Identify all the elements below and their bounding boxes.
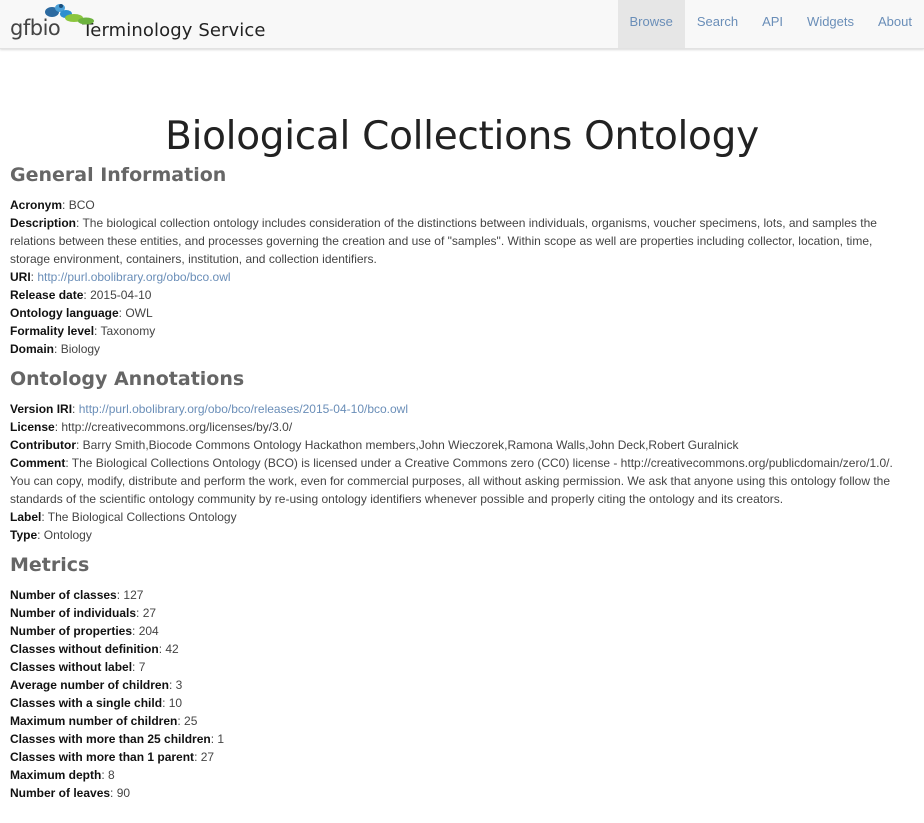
metric-label: Average number of children <box>10 678 169 692</box>
metric-label: Number of individuals <box>10 606 137 620</box>
label-value: The Biological Collections Ontology <box>47 510 237 524</box>
release-date-row: Release date: 2015-04-10 <box>10 288 152 302</box>
metric-row: Number of individuals: 27 <box>10 606 157 620</box>
metric-label: Classes with more than 25 children <box>10 732 211 746</box>
general-information-heading: General Information <box>10 164 227 186</box>
formality-level-row: Formality level: Taxonomy <box>10 324 156 338</box>
metric-row: Average number of children: 3 <box>10 678 183 692</box>
description-row: Description: The biological collection o… <box>10 216 877 266</box>
comment-value: The Biological Collections Ontology (BCO… <box>10 456 893 506</box>
metric-row: Maximum depth: 8 <box>10 768 115 782</box>
release-date-value: 2015-04-10 <box>90 288 152 302</box>
uri-label: URI <box>10 270 31 284</box>
metric-label: Number of classes <box>10 588 117 602</box>
metric-row: Number of leaves: 90 <box>10 786 131 800</box>
acronym-value: BCO <box>68 198 95 212</box>
nav-browse[interactable]: Browse <box>617 0 685 48</box>
page-title: Biological Collections Ontology <box>165 114 759 160</box>
ontology-language-row: Ontology language: OWL <box>10 306 153 320</box>
metric-label: Classes without definition <box>10 642 159 656</box>
comment-label: Comment <box>10 456 66 470</box>
metric-label: Number of properties <box>10 624 133 638</box>
formality-level-label: Formality level <box>10 324 95 338</box>
metric-row: Number of properties: 204 <box>10 624 159 638</box>
license-row: License: http://creativecommons.org/lice… <box>10 420 293 434</box>
metric-value: 42 <box>165 642 179 656</box>
logo-text-gf: gf <box>10 16 30 40</box>
metric-value: 10 <box>168 696 183 710</box>
type-row: Type: Ontology <box>10 528 92 542</box>
description-label: Description <box>10 216 77 230</box>
ontology-language-label: Ontology language <box>10 306 119 320</box>
metric-row: Classes with a single child: 10 <box>10 696 183 710</box>
type-label: Type <box>10 528 38 542</box>
metric-row: Classes without definition: 42 <box>10 642 179 656</box>
ontology-annotations-heading: Ontology Annotations <box>10 368 245 390</box>
license-value: http://creativecommons.org/licenses/by/3… <box>61 420 293 434</box>
metric-row: Maximum number of children: 25 <box>10 714 198 728</box>
metric-row: Number of classes: 127 <box>10 588 144 602</box>
version-iri-link[interactable]: http://purl.obolibrary.org/obo/bco/relea… <box>79 402 408 416</box>
type-value: Ontology <box>43 528 92 542</box>
domain-value: Biology <box>60 342 101 356</box>
contributor-value: Barry Smith,Biocode Commons Ontology Hac… <box>82 438 739 452</box>
license-label: License <box>10 420 55 434</box>
label-row: Label: The Biological Collections Ontolo… <box>10 510 237 524</box>
comment-row: Comment: The Biological Collections Onto… <box>10 456 893 506</box>
nav-about[interactable]: About <box>866 0 924 48</box>
metric-label: Maximum number of children <box>10 714 178 728</box>
metrics-heading: Metrics <box>10 554 90 576</box>
metric-value: 127 <box>123 588 144 602</box>
metric-row: Classes with more than 1 parent: 27 <box>10 750 215 764</box>
contributor-label: Contributor <box>10 438 76 452</box>
metric-row: Classes with more than 25 children: 1 <box>10 732 225 746</box>
contributor-row: Contributor: Barry Smith,Biocode Commons… <box>10 438 739 452</box>
nav-search[interactable]: Search <box>685 0 750 48</box>
release-date-label: Release date <box>10 288 84 302</box>
ontology-language-value: OWL <box>125 306 153 320</box>
nav-api[interactable]: API <box>750 0 795 48</box>
description-value: The biological collection ontology inclu… <box>10 216 877 266</box>
top-navbar: gf bio Terminology Service Browse Search … <box>0 0 924 49</box>
label-label: Label <box>10 510 42 524</box>
version-iri-row: Version IRI: http://purl.obolibrary.org/… <box>10 402 409 416</box>
version-iri-label: Version IRI <box>10 402 73 416</box>
metric-value: 27 <box>142 606 157 620</box>
acronym-row: Acronym: BCO <box>10 198 95 212</box>
metric-value: 3 <box>175 678 183 692</box>
metric-label: Classes without label <box>10 660 133 674</box>
metric-label: Number of leaves <box>10 786 111 800</box>
metric-value: 204 <box>138 624 159 638</box>
formality-level-value: Taxonomy <box>100 324 156 338</box>
metric-label: Classes with a single child <box>10 696 163 710</box>
gfbio-logo-icon <box>45 4 94 25</box>
metric-value: 25 <box>184 714 198 728</box>
metric-value: 7 <box>138 660 146 674</box>
metric-label: Classes with more than 1 parent <box>10 750 195 764</box>
brand-logo[interactable]: gf bio Terminology Service <box>10 3 266 45</box>
metric-value: 27 <box>200 750 215 764</box>
metric-value: 8 <box>108 768 115 782</box>
nav-widgets[interactable]: Widgets <box>795 0 866 48</box>
metric-value: 90 <box>116 786 131 800</box>
metric-value: 1 <box>217 732 225 746</box>
metric-label: Maximum depth <box>10 768 102 782</box>
acronym-label: Acronym <box>10 198 63 212</box>
metric-row: Classes without label: 7 <box>10 660 146 674</box>
uri-row: URI: http://purl.obolibrary.org/obo/bco.… <box>10 270 231 284</box>
domain-label: Domain <box>10 342 55 356</box>
main-nav: Browse Search API Widgets About <box>617 0 924 48</box>
domain-row: Domain: Biology <box>10 342 101 356</box>
brand-title: Terminology Service <box>82 20 266 41</box>
uri-link[interactable]: http://purl.obolibrary.org/obo/bco.owl <box>37 270 230 284</box>
main-content: General Information Acronym: BCO Descrip… <box>10 160 914 802</box>
